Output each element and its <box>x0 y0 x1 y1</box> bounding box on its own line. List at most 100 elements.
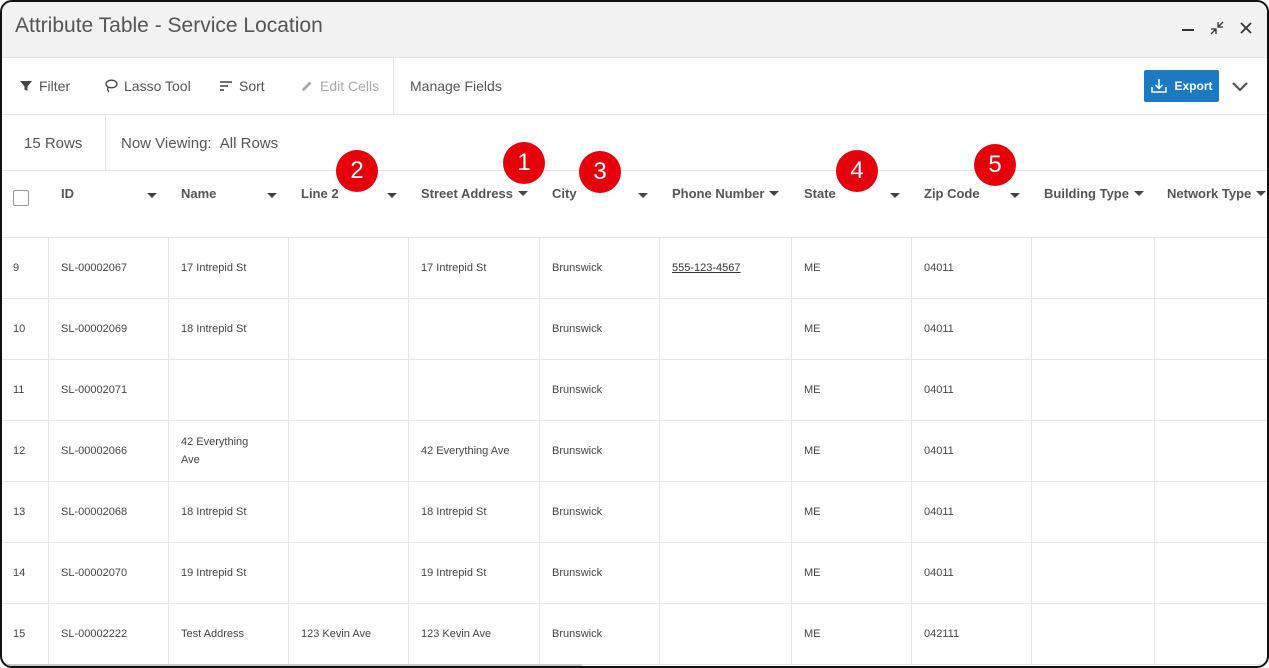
minimize-icon[interactable] <box>1176 16 1200 40</box>
column-header-city[interactable]: City <box>552 186 577 201</box>
table-cell-zip: 04011 <box>924 262 954 274</box>
table-cell-id: SL-00002066 <box>61 445 128 457</box>
edit-cells-button[interactable]: Edit Cells <box>300 58 379 114</box>
filter-label: Filter <box>39 78 71 94</box>
column-header-zip-code[interactable]: Zip Code <box>924 186 980 201</box>
table-cell-state: ME <box>804 506 821 518</box>
chevron-down-icon[interactable] <box>1228 74 1252 98</box>
annotation-badge-3: 3 <box>579 151 621 193</box>
sort-icon <box>220 81 232 91</box>
caret-down-icon <box>769 191 780 196</box>
now-viewing-value[interactable]: All Rows <box>220 135 278 152</box>
caret-down-icon[interactable] <box>267 193 277 198</box>
table-cell-name: 19 Intrepid St <box>181 567 247 579</box>
table-row[interactable]: 11 SL-00002071 Brunswick ME 04011 <box>2 360 1267 421</box>
caret-down-icon <box>1133 191 1144 196</box>
table-row[interactable]: 14 SL-00002070 19 Intrepid St 19 Intrepid S… <box>2 543 1267 604</box>
table-cell-phone[interactable]: 555-123-4567 <box>672 259 782 277</box>
table-cell-num: 11 <box>13 384 25 396</box>
table-cell-state: ME <box>804 567 821 579</box>
table-cell-state: ME <box>804 262 821 274</box>
filter-icon <box>20 81 32 91</box>
annotation-badge-4: 4 <box>836 150 878 192</box>
export-button[interactable]: Export <box>1144 70 1219 102</box>
table-cell-city: Brunswick <box>552 262 603 274</box>
column-header-label: State <box>804 186 836 201</box>
column-header-id[interactable]: ID <box>61 186 74 201</box>
table-row[interactable]: 12 SL-00002066 42 Everything Ave 42 Everyth… <box>2 421 1267 482</box>
select-all-checkbox[interactable] <box>13 190 29 206</box>
toolbar: Filter Lasso Tool Sort Edit Cells Manage… <box>2 58 1267 115</box>
table-cell-city: Brunswick <box>552 384 603 396</box>
now-viewing-label: Now Viewing: <box>121 135 212 152</box>
table-row[interactable]: 13 SL-00002068 18 Intrepid St 18 Intrepid S… <box>2 482 1267 543</box>
annotation-badge-5: 5 <box>974 144 1016 186</box>
toolbar-divider <box>393 58 394 114</box>
info-bar: 15 Rows Now Viewing: All Rows <box>2 115 1267 171</box>
attribute-table-window: Attribute Table - Service Location Filte… <box>0 0 1269 668</box>
lasso-icon <box>105 79 118 93</box>
annotation-badge-2: 2 <box>336 150 378 192</box>
lasso-tool-button[interactable]: Lasso Tool <box>104 58 191 114</box>
table-cell-num: 14 <box>13 567 26 579</box>
column-header-street-address[interactable]: Street Address <box>421 186 528 201</box>
caret-down-icon[interactable] <box>638 193 648 198</box>
table-cell-street: 123 Kevin Ave <box>421 628 492 640</box>
column-header-state[interactable]: State <box>804 186 836 201</box>
table-row[interactable]: 10 SL-00002069 18 Intrepid St Brunswick ME 04… <box>2 299 1267 360</box>
column-header-building-type[interactable]: Building Type <box>1044 186 1144 201</box>
collapse-icon[interactable] <box>1205 16 1229 40</box>
column-header-label: Building Type <box>1044 186 1129 201</box>
caret-down-icon[interactable] <box>1010 193 1020 198</box>
caret-down-icon[interactable] <box>387 193 397 198</box>
info-divider <box>105 115 106 171</box>
table-cell-zip: 04011 <box>924 567 954 579</box>
table-cell-street: 42 Everything Ave <box>421 445 510 457</box>
table-cell-zip: 04011 <box>924 384 954 396</box>
caret-down-icon <box>1256 191 1267 196</box>
table-cell-name: Test Address <box>181 628 244 640</box>
table-cell-state: ME <box>804 445 821 457</box>
caret-down-icon[interactable] <box>890 193 900 198</box>
table-cell-id: SL-00002071 <box>61 384 128 396</box>
column-header-line2[interactable]: Line 2 <box>301 186 339 201</box>
table-cell-line2: 123 Kevin Ave <box>301 628 372 640</box>
sort-button[interactable]: Sort <box>219 58 265 114</box>
table-cell-city: Brunswick <box>552 506 603 518</box>
caret-down-icon[interactable] <box>147 193 157 198</box>
column-header-network-type[interactable]: Network Type <box>1167 186 1267 201</box>
sort-label: Sort <box>239 78 265 94</box>
table-cell-name: 42 Everything Ave <box>181 436 249 466</box>
caret-down-icon <box>518 191 528 196</box>
table-cell-street: 19 Intrepid St <box>421 567 487 579</box>
manage-fields-label: Manage Fields <box>410 78 502 94</box>
table-row[interactable]: 9 SL-00002067 17 Intrepid St 17 Intrepid St… <box>2 238 1267 299</box>
table-cell-id: SL-00002069 <box>61 323 128 335</box>
column-header-label: Zip Code <box>924 186 980 201</box>
column-header-name[interactable]: Name <box>181 186 216 201</box>
column-header-label: ID <box>61 186 74 201</box>
column-header-label: Phone Number <box>672 186 765 201</box>
table-header: ID Name Line 2 Street Address City Phone… <box>2 171 1267 238</box>
table-cell-state: ME <box>804 628 821 640</box>
table-cell-id: SL-00002068 <box>61 506 128 518</box>
manage-fields-button[interactable]: Manage Fields <box>410 58 502 114</box>
filter-button[interactable]: Filter <box>19 58 70 114</box>
column-header-phone-number[interactable]: Phone Number <box>672 186 780 201</box>
table-cell-id: SL-00002067 <box>61 262 128 274</box>
table-cell-city: Brunswick <box>552 628 603 640</box>
table-cell-num: 15 <box>13 628 26 640</box>
table-cell-id: SL-00002070 <box>61 567 128 579</box>
table-cell-zip: 04011 <box>924 506 954 518</box>
annotation-badge-1: 1 <box>503 142 545 184</box>
table-cell-num: 10 <box>13 323 26 335</box>
lasso-label: Lasso Tool <box>124 78 191 94</box>
table-cell-zip: 04011 <box>924 323 954 335</box>
table-cell-num: 12 <box>13 445 26 457</box>
table-cell-street: 18 Intrepid St <box>421 506 487 518</box>
horizontal-scrollbar[interactable] <box>2 664 582 666</box>
table-cell-num: 13 <box>13 506 26 518</box>
close-icon[interactable] <box>1234 16 1258 40</box>
table-cell-zip: 042111 <box>924 628 960 640</box>
table-row[interactable]: 15 SL-00002222 Test Address 123 Kevin Ave 12… <box>2 604 1267 665</box>
